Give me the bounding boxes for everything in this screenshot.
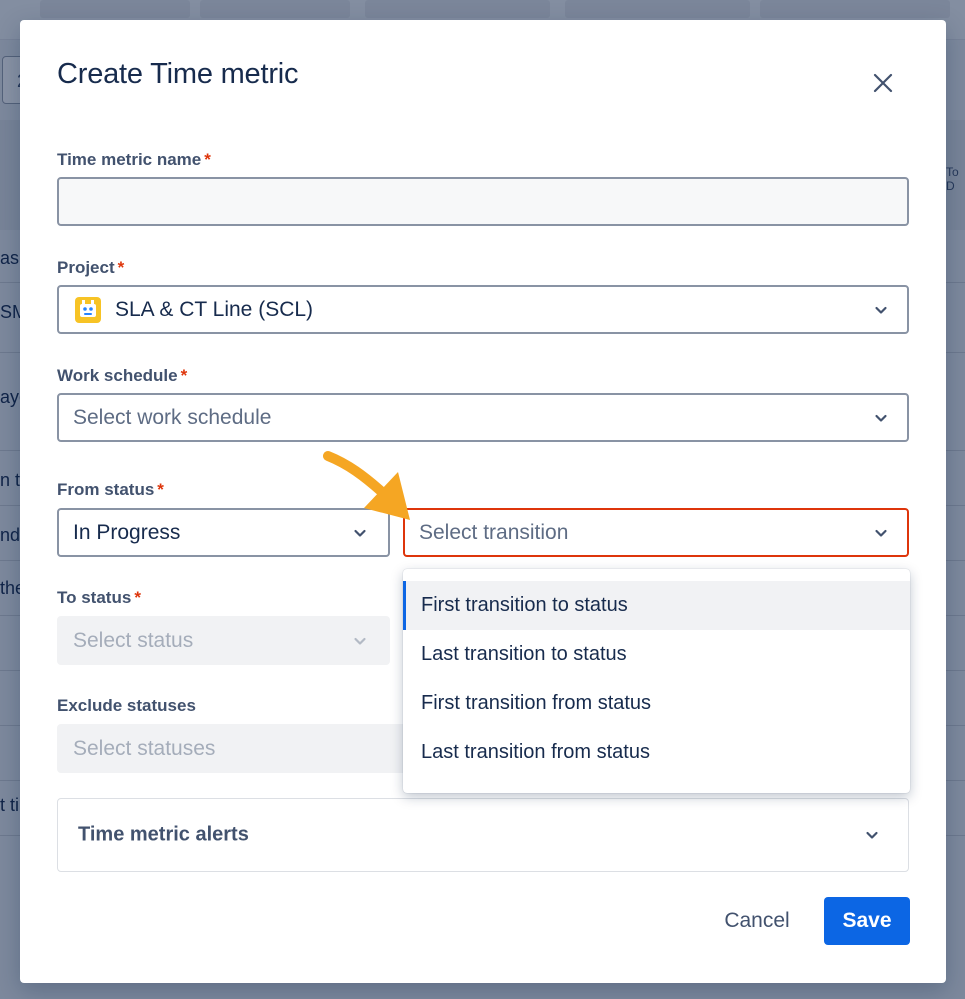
work-schedule-placeholder: Select work schedule [73,405,272,429]
close-button[interactable] [866,66,900,100]
work-schedule-label-text: Work schedule [57,366,178,385]
dialog-title: Create Time metric [57,58,299,90]
exclude-statuses-label: Exclude statuses [57,696,196,716]
menu-item-first-transition-from-status[interactable]: First transition from status [403,679,910,728]
to-status-label-text: To status [57,588,132,607]
project-label-text: Project [57,258,115,277]
chevron-down-icon [866,831,878,839]
transition-placeholder: Select transition [419,520,569,544]
project-select[interactable]: SLA & CT Line (SCL) [57,285,909,334]
to-status-placeholder: Select status [73,628,194,652]
time-metric-name-label-text: Time metric name [57,150,202,169]
from-status-selected-value: In Progress [73,520,181,544]
from-status-label: From status * [57,480,164,500]
transition-dropdown-menu: First transition to status Last transiti… [403,569,910,793]
required-marker: * [204,150,211,169]
time-metric-name-input[interactable] [57,177,909,226]
required-marker: * [117,258,125,277]
chevron-down-icon [875,414,887,422]
required-marker: * [134,588,141,607]
project-selected-value: SLA & CT Line (SCL) [115,297,314,321]
close-icon [873,73,893,93]
project-avatar-icon [75,296,101,323]
save-button[interactable]: Save [824,897,910,945]
annotation-arrow-icon [323,451,410,520]
work-schedule-select[interactable]: Select work schedule [57,393,909,442]
menu-item-last-transition-to-status[interactable]: Last transition to status [403,630,910,679]
cancel-button[interactable]: Cancel [704,897,810,945]
time-metric-alerts-label: Time metric alerts [78,823,249,846]
work-schedule-label: Work schedule * [57,366,187,386]
time-metric-name-label: Time metric name * [57,150,211,170]
create-time-metric-dialog: Create Time metric Time metric name * Pro… [20,20,946,983]
transition-select[interactable]: Select transition [403,508,909,557]
required-marker: * [180,366,188,385]
exclude-statuses-placeholder: Select statuses [73,736,216,760]
menu-item-first-transition-to-status[interactable]: First transition to status [403,581,910,630]
exclude-statuses-label-text: Exclude statuses [57,696,196,715]
menu-item-last-transition-from-status[interactable]: Last transition from status [403,728,910,777]
to-status-select[interactable]: Select status [57,616,390,665]
required-marker: * [157,480,164,499]
from-status-label-text: From status [57,480,155,499]
to-status-label: To status * [57,588,141,608]
project-label: Project * [57,258,124,278]
chevron-down-icon [354,637,366,645]
chevron-down-icon [875,306,887,314]
time-metric-alerts-section[interactable]: Time metric alerts [57,798,909,872]
chevron-down-icon [875,529,887,537]
